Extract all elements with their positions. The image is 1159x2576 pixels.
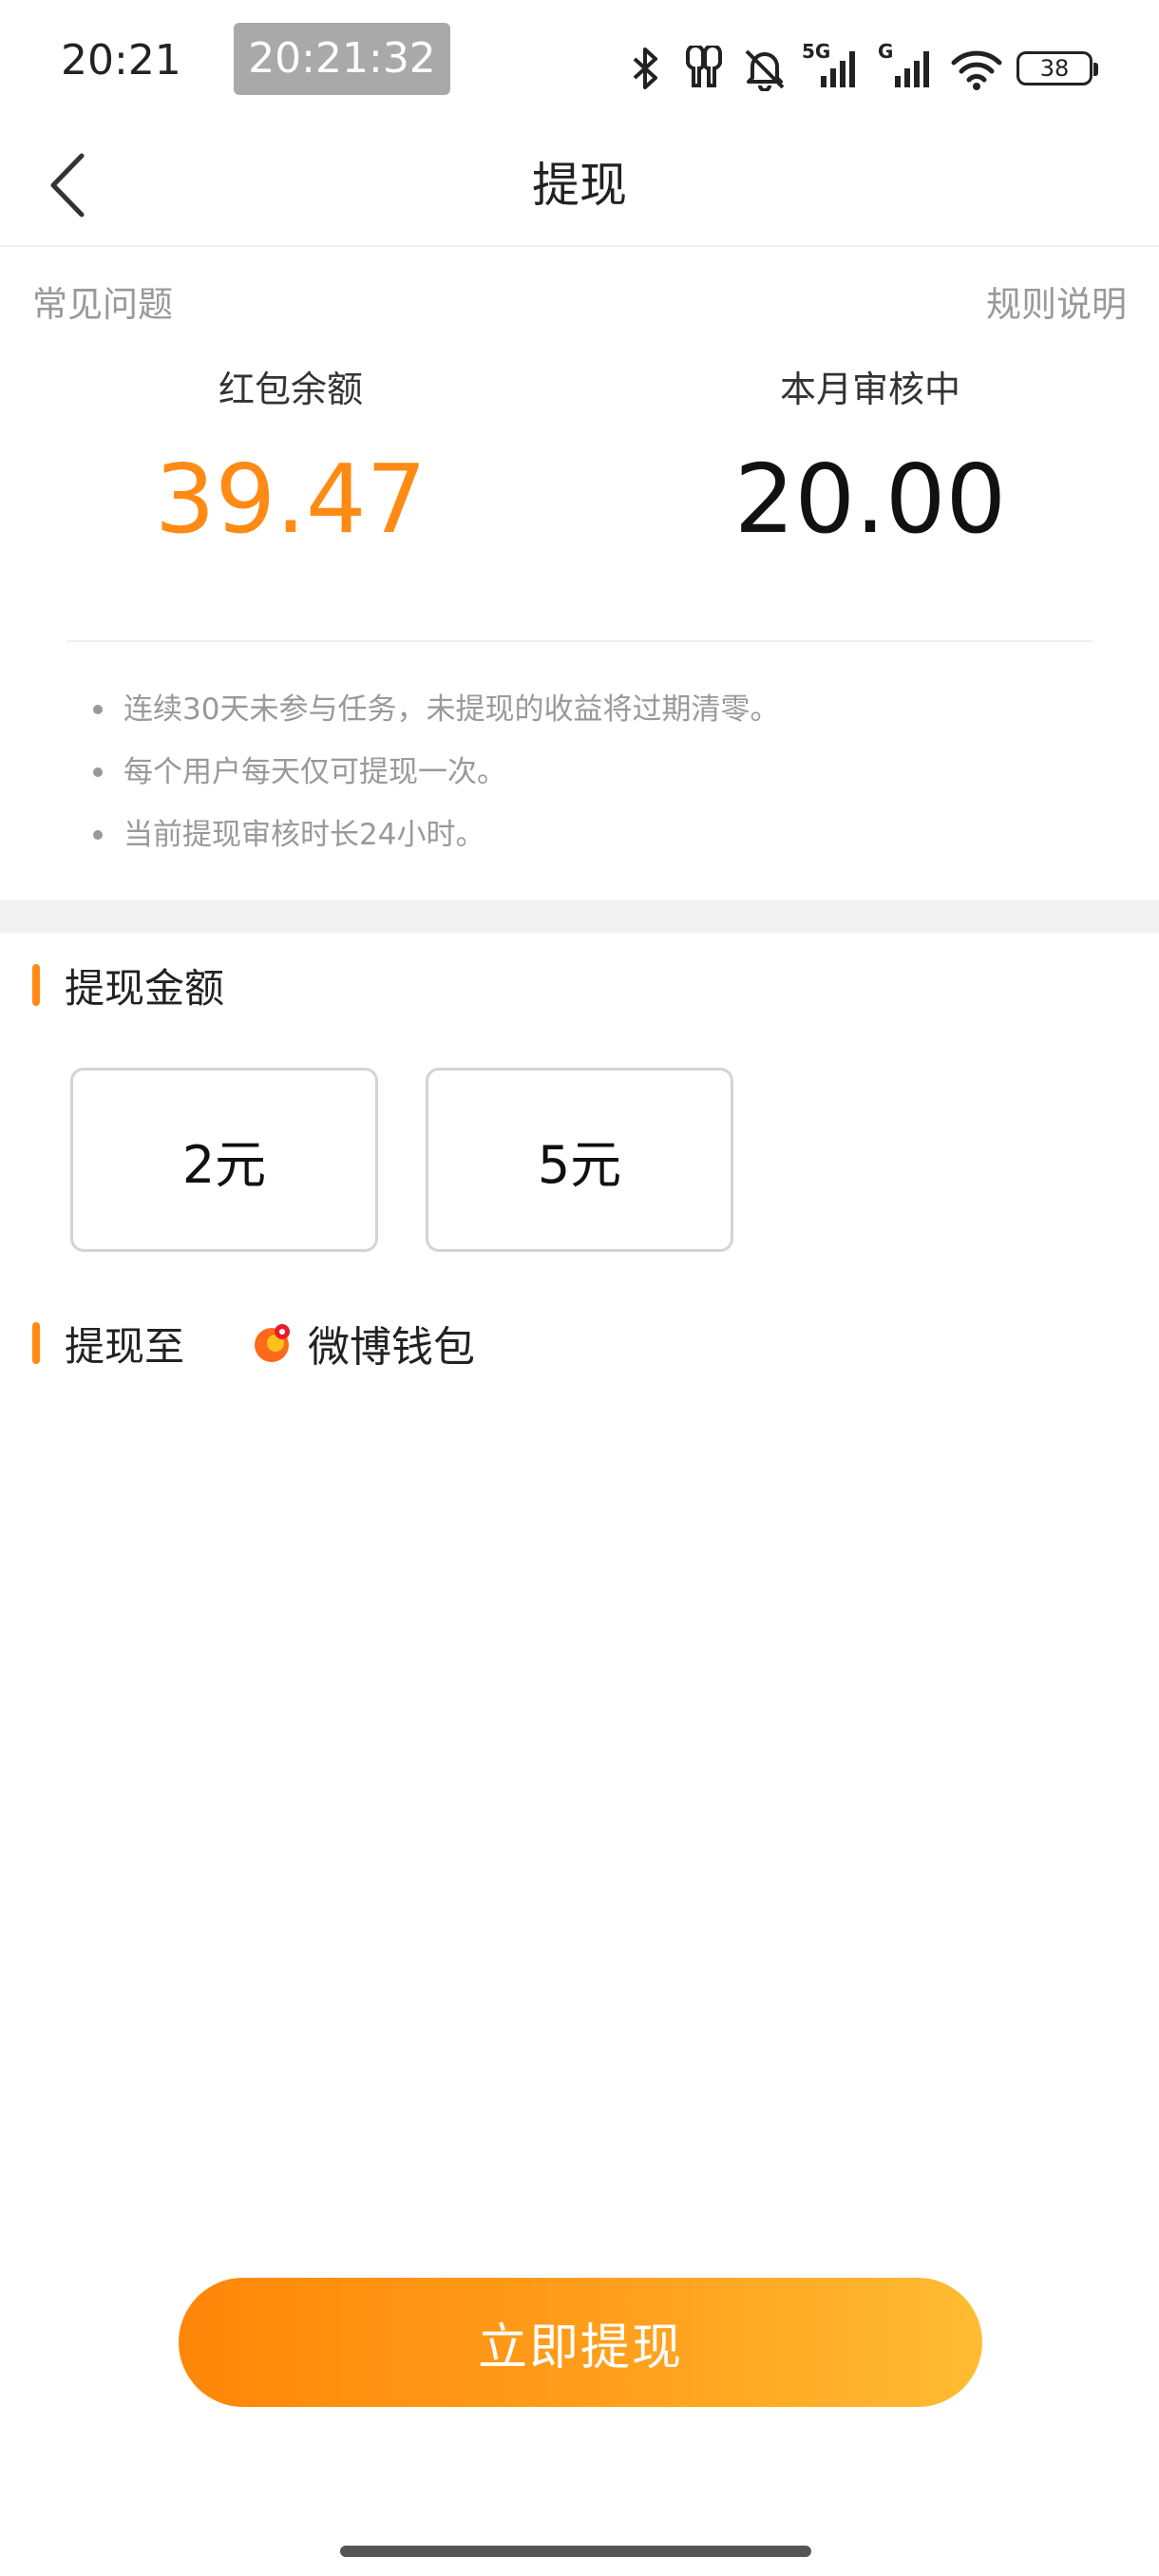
amount-option-2[interactable]: 2元 [70,1068,378,1252]
note-text: 每个用户每天仅可提现一次。 [124,755,506,789]
note-item: 连续30天未参与任务，未提现的收益将过期清零。 [93,686,779,748]
nav-bar: 提现 [0,123,1159,247]
amount-option-5[interactable]: 5元 [426,1068,733,1252]
note-text: 连续30天未参与任务，未提现的收益将过期清零。 [124,692,780,727]
red-packet-balance: 红包余额 39.47 [91,366,490,552]
withdraw-now-button[interactable]: 立即提现 [179,2278,982,2407]
reviewing-balance: 本月审核中 20.00 [671,366,1070,552]
notes-list: 连续30天未参与任务，未提现的收益将过期清零。 每个用户每天仅可提现一次。 当前… [93,686,779,874]
reviewing-value: 20.00 [733,444,1007,555]
signal-5g-icon: 5G [802,40,863,91]
status-icons: 5G G 38 [625,40,1098,95]
faq-link[interactable]: 常见问题 [32,275,173,327]
withdraw-amount-heading: 提现金额 [32,961,224,1012]
weibo-wallet-icon [255,1324,290,1362]
bullet-dot [93,767,103,777]
note-item: 当前提现审核时长24小时。 [93,811,779,874]
mute-bell-icon [741,46,788,91]
battery-icon: 38 [1016,51,1098,85]
section-separator [0,900,1159,933]
red-packet-value: 39.47 [154,444,428,555]
back-button[interactable] [28,147,104,223]
page-title: 提现 [532,158,627,213]
rules-link[interactable]: 规则说明 [986,275,1127,327]
red-packet-label: 红包余额 [218,369,363,410]
reviewing-label: 本月审核中 [779,369,960,410]
accent-bar [32,1322,40,1364]
bluetooth-icon [625,46,667,91]
section-title: 提现金额 [65,964,225,1012]
status-time: 20:21 [61,36,181,85]
clock-overlay: 20:21:32 [234,23,450,95]
wallet-name: 微博钱包 [308,1323,475,1372]
divider [66,640,1092,642]
status-bar: 20:21 20:21:32 5G G 38 [0,0,1159,123]
earbuds-icon [680,46,728,91]
note-text: 当前提现审核时长24小时。 [124,818,485,852]
section-title: 提现至 [65,1322,185,1370]
note-item: 每个用户每天仅可提现一次。 [93,748,779,811]
signal-g-icon: G [876,40,937,91]
wallet-selector[interactable]: 微博钱包 [253,1316,475,1372]
bullet-dot [93,705,103,714]
bullet-dot [93,830,103,840]
withdraw-to-heading: 提现至 [32,1319,184,1370]
home-indicator[interactable] [340,2546,811,2557]
chevron-left-icon [50,153,85,218]
accent-bar [32,964,40,1006]
wifi-icon [950,46,1003,91]
